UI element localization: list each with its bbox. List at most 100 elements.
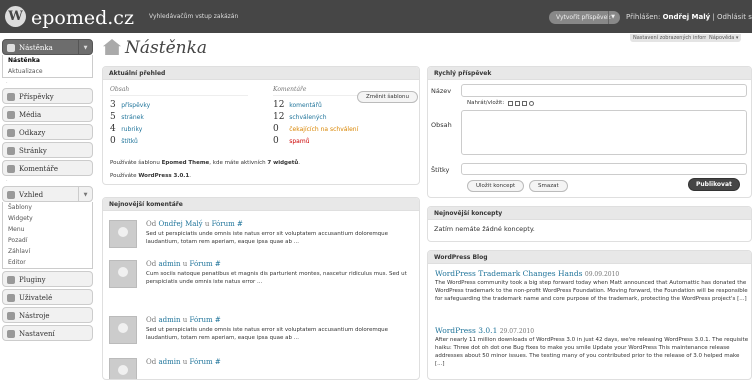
widget-title[interactable]: Nejnovější koncepty: [428, 207, 751, 220]
submenu-item-header[interactable]: Záhlaví: [3, 246, 92, 257]
stat-label[interactable]: schválených: [289, 114, 326, 121]
menu-users[interactable]: Uživatelé: [2, 289, 93, 305]
upload-insert: Nahrát/vložit:: [467, 100, 534, 107]
chevron-down-icon[interactable]: ▼: [608, 11, 617, 24]
wordpress-blog-widget: WordPress Blog WordPress Trademark Chang…: [427, 250, 752, 380]
stat-count[interactable]: 12: [273, 99, 287, 111]
comment-permalink[interactable]: #: [235, 220, 243, 228]
video-upload-icon[interactable]: [514, 100, 520, 106]
stat-label[interactable]: komentářů: [289, 102, 322, 109]
comment-post-link[interactable]: Fórum: [189, 260, 212, 268]
version-text: .: [189, 173, 191, 179]
new-post-button[interactable]: Vytvořit příspěvek ▼: [549, 11, 620, 24]
menu-plugins[interactable]: Pluginy: [2, 271, 93, 287]
blog-post-heading: WordPress 3.0.1 29.07.2010: [435, 326, 749, 335]
help-button[interactable]: Nápověda ▾: [706, 34, 742, 42]
menu-links[interactable]: Odkazy: [2, 124, 93, 140]
comment-author-link[interactable]: admin: [158, 260, 180, 268]
menu-comments-label: Komentáře: [19, 165, 59, 173]
stat-row: 3 příspěvky: [110, 99, 248, 111]
logout-link[interactable]: | Odhlásit s: [712, 13, 751, 21]
menu-dashboard[interactable]: Nástěnka ▼: [2, 39, 93, 55]
stat-row: 4 rubriky: [110, 123, 248, 135]
stat-count[interactable]: 0: [273, 123, 287, 135]
stat-label[interactable]: rubriky: [121, 126, 142, 133]
submenu-item-menus[interactable]: Menu: [3, 224, 92, 235]
submenu-item-widgets[interactable]: Widgety: [3, 213, 92, 224]
stat-label[interactable]: spamů: [289, 138, 309, 145]
submenu-item-themes[interactable]: Šablony: [3, 202, 92, 213]
media-upload-icon[interactable]: [528, 100, 534, 106]
stat-count[interactable]: 0: [273, 135, 287, 147]
comment-author-link[interactable]: admin: [158, 316, 180, 324]
comment-permalink[interactable]: #: [213, 316, 221, 324]
theme-text: .: [298, 160, 300, 166]
reset-button[interactable]: Smazat: [529, 180, 568, 192]
menu-settings[interactable]: Nastavení: [2, 325, 93, 341]
comment-author-link[interactable]: admin: [158, 358, 180, 366]
tags-input[interactable]: [461, 163, 747, 175]
theme-name[interactable]: Epomed Theme: [162, 160, 210, 166]
comment-permalink[interactable]: #: [213, 260, 221, 268]
widget-title[interactable]: Aktuální přehled: [103, 67, 419, 80]
title-input[interactable]: [461, 84, 747, 97]
link-icon: [7, 129, 15, 137]
stat-count[interactable]: 5: [110, 111, 119, 123]
change-theme-button[interactable]: Změnit šablonu: [357, 91, 419, 103]
content-textarea[interactable]: [461, 110, 747, 155]
submenu-item-dashboard[interactable]: Nástěnka: [3, 55, 92, 66]
stat-count[interactable]: 4: [110, 123, 119, 135]
comment-meta: Od admin u Fórum #: [146, 358, 221, 366]
submenu-item-updates[interactable]: Aktualizace: [3, 66, 92, 77]
menu-comments[interactable]: Komentáře: [2, 160, 93, 176]
menu-plugins-label: Pluginy: [19, 276, 46, 284]
menu-pages-label: Stránky: [19, 147, 47, 155]
avatar: [109, 358, 137, 379]
stat-label[interactable]: stránek: [121, 114, 144, 121]
stat-label[interactable]: čekajících na schválení: [289, 126, 358, 133]
stat-label[interactable]: štítků: [121, 138, 138, 145]
menu-tools[interactable]: Nástroje: [2, 307, 93, 323]
meta-text: Od: [146, 260, 159, 268]
comment-permalink[interactable]: #: [213, 358, 221, 366]
chevron-down-icon[interactable]: ▼: [78, 40, 92, 54]
audio-upload-icon[interactable]: [521, 100, 527, 106]
recent-comments-widget: Nejnovější komentáře Od Ondřej Malý u Fó…: [102, 197, 420, 380]
widget-title[interactable]: WordPress Blog: [428, 251, 751, 264]
site-name[interactable]: epomed.cz: [31, 7, 134, 29]
content-header: Obsah: [110, 86, 248, 96]
image-upload-icon[interactable]: [507, 100, 513, 106]
user-profile-link[interactable]: Ondřej Malý: [663, 13, 711, 21]
blog-post-title-link[interactable]: WordPress Trademark Changes Hands: [435, 269, 582, 278]
comment-post-link[interactable]: Fórum: [212, 220, 235, 228]
menu-pages[interactable]: Stránky: [2, 142, 93, 158]
blog-post-excerpt: The WordPress community took a big step …: [435, 280, 748, 302]
publish-button[interactable]: Publikovat: [688, 178, 740, 191]
stat-count[interactable]: 3: [110, 99, 119, 111]
comment-post-link[interactable]: Fórum: [189, 316, 212, 324]
blog-post-title-link[interactable]: WordPress 3.0.1: [435, 326, 497, 335]
widgets-count[interactable]: 7 widgetů: [267, 160, 298, 166]
stat-label[interactable]: příspěvky: [121, 102, 150, 109]
menu-separator: ·: [6, 80, 8, 86]
save-draft-button[interactable]: Uložit koncept: [467, 180, 525, 192]
menu-posts[interactable]: Příspěvky: [2, 88, 93, 104]
chevron-down-icon[interactable]: ▼: [78, 187, 92, 201]
submenu-item-background[interactable]: Pozadí: [3, 235, 92, 246]
comment-author-link[interactable]: Ondřej Malý: [158, 220, 202, 228]
comment-post-link[interactable]: Fórum: [189, 358, 212, 366]
users-icon: [7, 294, 15, 302]
menu-media[interactable]: Média: [2, 106, 93, 122]
widget-title[interactable]: Nejnovější komentáře: [103, 198, 419, 211]
page-title: Nástěnka: [125, 38, 208, 58]
blog-post-heading: WordPress Trademark Changes Hands 09.09.…: [435, 269, 749, 278]
stat-count[interactable]: 12: [273, 111, 287, 123]
theme-info: Používáte šablonu Epomed Theme, kde máte…: [110, 160, 300, 166]
menu-appearance[interactable]: Vzhled ▼: [2, 186, 93, 202]
right-now-widget: Aktuální přehled Obsah 3 příspěvky 5 str…: [102, 66, 420, 185]
stat-row: 0 štítků: [110, 135, 248, 147]
site-visibility-notice[interactable]: Vyhledávačům vstup zakázán: [149, 13, 238, 20]
widget-title[interactable]: Rychlý příspěvek: [428, 67, 751, 80]
submenu-item-editor[interactable]: Editor: [3, 257, 92, 268]
stat-count[interactable]: 0: [110, 135, 119, 147]
